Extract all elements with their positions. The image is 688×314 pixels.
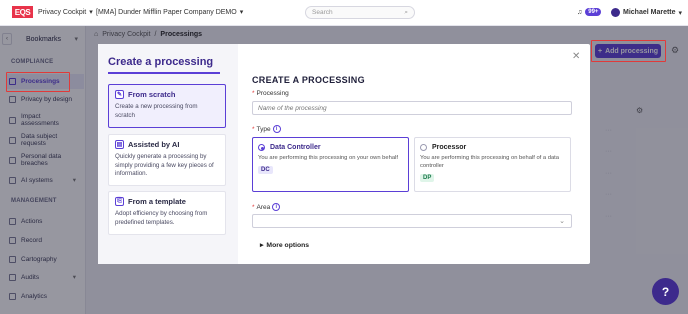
company-name: [MMA] Dunder Mifflin Paper Company DEMO <box>96 8 237 16</box>
chevron-down-icon: ▾ <box>89 9 93 16</box>
chevron-down-icon: ▾ <box>678 9 683 17</box>
caret-right-icon: ▸ <box>260 242 264 249</box>
title-underline <box>108 72 220 74</box>
eqs-logo[interactable]: EQS <box>12 6 33 18</box>
search-icon: ⌕ <box>404 8 408 16</box>
search-placeholder: Search <box>312 9 333 16</box>
app-switcher[interactable]: Privacy Cockpit ▾ <box>38 8 93 17</box>
type-data-controller[interactable]: Data Controller You are performing this … <box>252 137 409 192</box>
more-options-label: More options <box>266 241 310 249</box>
top-bar: EQS Privacy Cockpit ▾ [MMA] Dunder Miffl… <box>0 0 688 26</box>
required-marker: * <box>252 203 255 211</box>
more-options-toggle[interactable]: ▸ More options <box>260 241 310 250</box>
required-marker: * <box>252 125 255 133</box>
option-title: Assisted by AI <box>128 140 180 149</box>
type-description: You are performing this processing on be… <box>420 155 560 169</box>
create-processing-modal: Create a processing ✎ From scratch Create… <box>98 44 590 264</box>
type-label: * Type i <box>252 125 281 133</box>
help-chat-button[interactable]: ? <box>652 278 679 305</box>
chevron-down-icon: ⌄ <box>559 218 565 225</box>
user-menu[interactable]: Michael Marette ▾ <box>611 8 682 17</box>
option-title: From scratch <box>128 90 176 99</box>
chevron-down-icon: ▾ <box>239 9 244 16</box>
notification-badge: 99+ <box>585 8 602 16</box>
notifications[interactable]: ♫ 99+ <box>577 8 602 16</box>
option-from-template[interactable]: ⎘ From a template Adopt efficiency by cho… <box>108 191 226 235</box>
option-description: Create a new processing from scratch <box>115 103 198 119</box>
user-name: Michael Marette <box>623 9 676 16</box>
question-icon: ? <box>661 284 670 299</box>
area-label-text: Area <box>256 203 271 211</box>
option-description: Adopt efficiency by choosing from predef… <box>115 210 208 226</box>
required-marker: * <box>252 90 255 97</box>
avatar <box>611 8 620 17</box>
search-input[interactable]: Search ⌕ <box>305 6 415 19</box>
radio-icon[interactable] <box>420 144 427 151</box>
modal-title: Create a processing <box>108 56 214 68</box>
form-heading: CREATE A PROCESSING <box>252 75 365 85</box>
processing-name-input[interactable] <box>252 101 572 115</box>
creation-method-panel: Create a processing ✎ From scratch Create… <box>98 44 238 264</box>
processing-label-text: Processing <box>256 90 289 97</box>
processing-label: * Processing <box>252 90 289 97</box>
type-title: Data Controller <box>270 144 321 151</box>
option-assisted-by-ai[interactable]: ▤ Assisted by AI Quickly generate a proce… <box>108 134 226 186</box>
template-icon: ⎘ <box>115 197 124 206</box>
type-label-text: Type <box>256 125 271 133</box>
company-switcher[interactable]: [MMA] Dunder Mifflin Paper Company DEMO … <box>96 8 244 17</box>
create-form: CREATE A PROCESSING * Processing * Type … <box>252 44 582 264</box>
area-label: * Area i <box>252 203 281 211</box>
info-icon[interactable]: i <box>272 203 281 211</box>
pencil-icon: ✎ <box>115 90 124 99</box>
type-tag: DP <box>420 174 435 182</box>
info-icon[interactable]: i <box>272 125 281 133</box>
type-tag: DC <box>258 166 273 174</box>
option-description: Quickly generate a processing by simply … <box>115 153 214 178</box>
option-from-scratch[interactable]: ✎ From scratch Create a new processing fr… <box>108 84 226 128</box>
type-title: Processor <box>432 144 467 151</box>
type-processor[interactable]: Processor You are performing this proces… <box>414 137 571 192</box>
radio-selected-icon[interactable] <box>258 144 265 151</box>
type-description: You are performing this processing on yo… <box>258 155 398 161</box>
app-name: Privacy Cockpit <box>38 8 87 16</box>
area-select[interactable]: ⌄ <box>252 214 572 228</box>
option-title: From a template <box>128 197 186 206</box>
bell-icon: ♫ <box>577 8 583 16</box>
ai-document-icon: ▤ <box>115 140 124 149</box>
